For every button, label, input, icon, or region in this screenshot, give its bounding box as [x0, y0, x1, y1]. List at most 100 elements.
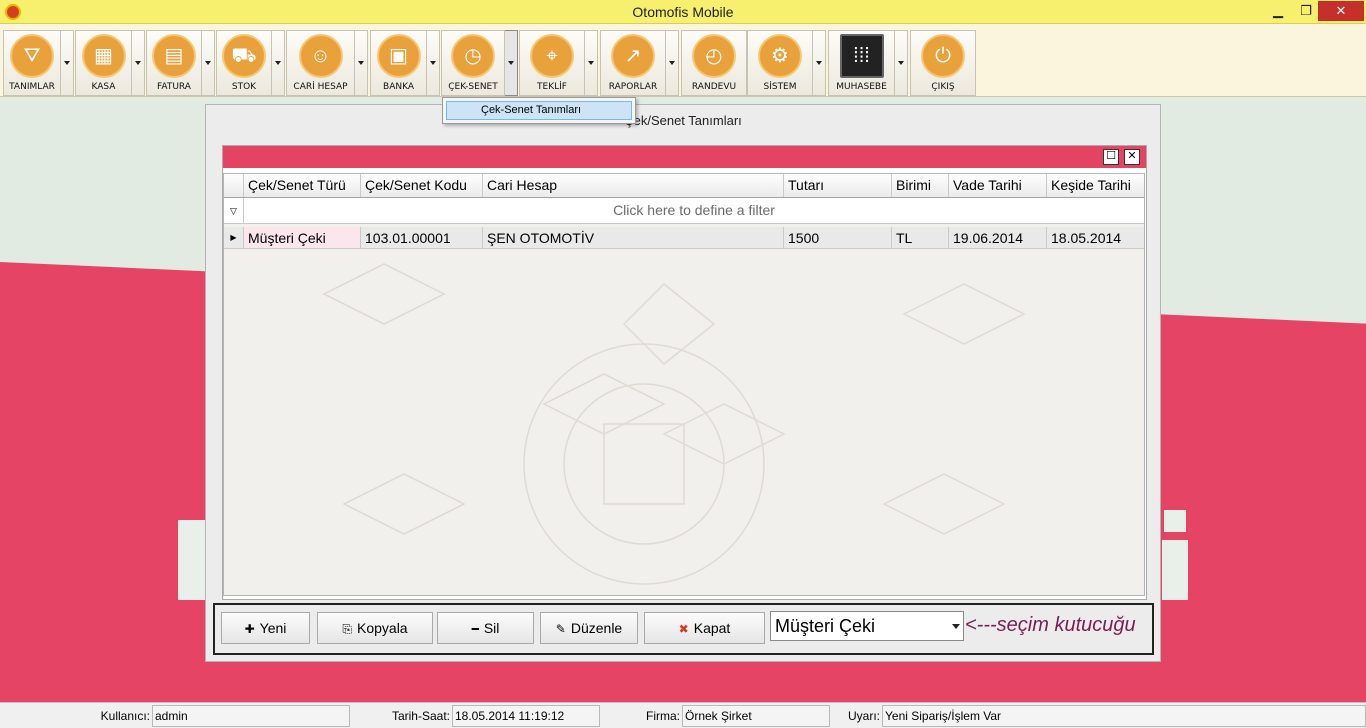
banka-button[interactable]: ▣ BANKA: [370, 30, 427, 96]
banka-label: BANKA: [383, 82, 414, 92]
menu-item-cek-senet-tanimlari[interactable]: Çek-Senet Tanımları: [446, 101, 632, 120]
randevu-button[interactable]: ◴ RANDEVU: [681, 30, 747, 96]
maximize-button[interactable]: ❐: [1292, 1, 1320, 21]
muhasebe-button[interactable]: ⁞⁞⁞ MUHASEBE: [828, 30, 895, 96]
compass-icon: ⛛: [10, 34, 54, 78]
grid-close-button[interactable]: ✕: [1124, 149, 1140, 165]
cell-cek-senet-kodu[interactable]: 103.01.00001: [361, 227, 483, 248]
column-cari-hesap[interactable]: Cari Hesap: [483, 174, 784, 197]
cari-hesap-button[interactable]: ☺ CARİ HESAP: [286, 30, 355, 96]
sistem-button[interactable]: ⚙ SİSTEM: [747, 30, 813, 96]
cek-senet-button[interactable]: ◷ ÇEK-SENET: [441, 30, 505, 96]
filter-icon: ▽: [224, 198, 244, 223]
raporlar-button[interactable]: ↗ RAPORLAR: [600, 30, 666, 96]
tanimlar-dropdown-arrow[interactable]: [61, 30, 74, 96]
new-label: Yeni: [259, 620, 287, 636]
cek-senet-dialog: Çek/Senet Tanımları ☐ ✕ Çek/Senet Türü Ç…: [205, 104, 1161, 662]
sistem-dropdown-arrow[interactable]: [813, 30, 826, 96]
cikis-button[interactable]: ⏻ ÇIKIŞ: [910, 30, 976, 96]
window-title: Otomofis Mobile: [632, 4, 734, 20]
stok-dropdown-arrow[interactable]: [272, 30, 285, 96]
edit-button[interactable]: ✎ Düzenle: [540, 612, 638, 644]
cell-cari-hesap[interactable]: ŞEN OTOMOTİV: [483, 227, 784, 248]
cell-birimi[interactable]: TL: [892, 227, 949, 248]
stok-button[interactable]: ⛟ STOK: [216, 30, 272, 96]
type-select[interactable]: Müşteri Çeki: [770, 611, 964, 641]
datetime-label: Tarih-Saat:: [391, 709, 450, 723]
new-button[interactable]: ✚ Yeni: [221, 612, 310, 644]
cell-cek-senet-turu[interactable]: Müşteri Çeki: [244, 227, 361, 248]
sistem-label: SİSTEM: [763, 82, 797, 92]
fatura-label: FATURA: [157, 82, 191, 92]
cell-tutari[interactable]: 1500: [784, 227, 892, 248]
cek-senet-label: ÇEK-SENET: [448, 82, 498, 92]
fatura-button[interactable]: ▤ FATURA: [146, 30, 202, 96]
stok-label: STOK: [231, 82, 257, 92]
cari-hesap-label: CARİ HESAP: [293, 82, 348, 92]
type-select-value: Müşteri Çeki: [775, 616, 876, 636]
invoice-icon: ▤: [152, 34, 196, 78]
randevu-label: RANDEVU: [691, 82, 737, 92]
cell-vade-tarihi[interactable]: 19.06.2014: [949, 227, 1047, 248]
column-tutari[interactable]: Tutarı: [784, 174, 892, 197]
grid-header-bar: ☐ ✕: [223, 146, 1146, 168]
status-bar: Kullanıcı: admin Tarih-Saat: 18.05.2014 …: [0, 702, 1366, 728]
user-label: Kullanıcı:: [100, 709, 150, 723]
title-bar: Otomofis Mobile ▁ ❐ ✕: [0, 0, 1366, 24]
datetime-value: 18.05.2014 11:19:12: [452, 705, 600, 727]
copy-button[interactable]: ⎘ Kopyala: [317, 612, 433, 644]
row-indicator-icon: ▶: [224, 227, 244, 248]
kasa-button[interactable]: ▦ KASA: [75, 30, 132, 96]
action-panel: ✚ Yeni ⎘ Kopyala ━ Sil ✎ Düzenle ✖ Kapat Müşt…: [213, 603, 1154, 655]
copy-label: Kopyala: [357, 620, 408, 636]
chevron-down-icon[interactable]: [952, 624, 960, 629]
background-letter-right: [1162, 540, 1188, 600]
cek-senet-menu: Çek-Senet Tanımları: [442, 97, 636, 124]
cari-hesap-dropdown-arrow[interactable]: [355, 30, 368, 96]
kasa-dropdown-arrow[interactable]: [132, 30, 145, 96]
muhasebe-dropdown-arrow[interactable]: [895, 30, 908, 96]
company-value: Örnek Şirket: [682, 705, 830, 727]
cek-senet-dropdown-arrow[interactable]: [505, 30, 518, 96]
filter-row[interactable]: ▽ Click here to define a filter: [224, 198, 1144, 224]
teklif-button[interactable]: ⌖ TEKLİF: [519, 30, 585, 96]
close-dialog-button[interactable]: ✖ Kapat: [644, 612, 765, 644]
fatura-dropdown-arrow[interactable]: [202, 30, 215, 96]
warning-label: Uyarı:: [847, 709, 880, 723]
column-cek-senet-kodu[interactable]: Çek/Senet Kodu: [361, 174, 483, 197]
minimize-button[interactable]: ▁: [1264, 1, 1292, 21]
muhasebe-label: MUHASEBE: [836, 82, 887, 92]
kasa-label: KASA: [91, 82, 116, 92]
teklif-dropdown-arrow[interactable]: [585, 30, 598, 96]
tanimlar-label: TANIMLAR: [9, 82, 55, 92]
column-cek-senet-turu[interactable]: Çek/Senet Türü: [244, 174, 361, 197]
copy-icon: ⎘: [342, 622, 352, 636]
power-icon: ⏻: [921, 34, 965, 78]
cell-keside-tarihi[interactable]: 18.05.2014: [1047, 227, 1144, 248]
column-keside-tarihi[interactable]: Keşide Tarihi: [1047, 174, 1144, 197]
grid-maximize-button[interactable]: ☐: [1103, 149, 1119, 165]
data-grid[interactable]: Çek/Senet Türü Çek/Senet Kodu Cari Hesap…: [223, 173, 1145, 596]
company-label: Firma:: [646, 709, 680, 723]
filter-placeholder[interactable]: Click here to define a filter: [244, 198, 1144, 222]
map-pin-icon: ⌖: [530, 34, 574, 78]
warning-value: Yeni Sipariş/İşlem Var: [882, 705, 1366, 727]
column-birimi[interactable]: Birimi: [892, 174, 949, 197]
minus-icon: ━: [471, 622, 479, 636]
tanimlar-button[interactable]: ⛛ TANIMLAR: [3, 30, 61, 96]
delete-label: Sil: [483, 620, 500, 636]
delete-button[interactable]: ━ Sil: [437, 612, 534, 644]
clock-icon: ◴: [692, 34, 736, 78]
close-button[interactable]: ✕: [1318, 1, 1364, 21]
banka-dropdown-arrow[interactable]: [427, 30, 440, 96]
wallet-icon: ▣: [376, 34, 421, 78]
raporlar-dropdown-arrow[interactable]: [666, 30, 679, 96]
grid-frame: ☐ ✕ Çek/Senet Türü Çek/Senet Kodu Cari H…: [222, 145, 1147, 600]
edit-icon: ✎: [555, 622, 566, 636]
cikis-label: ÇIKIŞ: [931, 82, 955, 92]
table-row[interactable]: ▶ Müşteri Çeki 103.01.00001 ŞEN OTOMOTİV…: [224, 227, 1144, 249]
plus-icon: ✚: [244, 622, 255, 636]
teklif-label: TEKLİF: [537, 82, 567, 92]
edit-label: Düzenle: [570, 620, 623, 636]
column-vade-tarihi[interactable]: Vade Tarihi: [949, 174, 1047, 197]
